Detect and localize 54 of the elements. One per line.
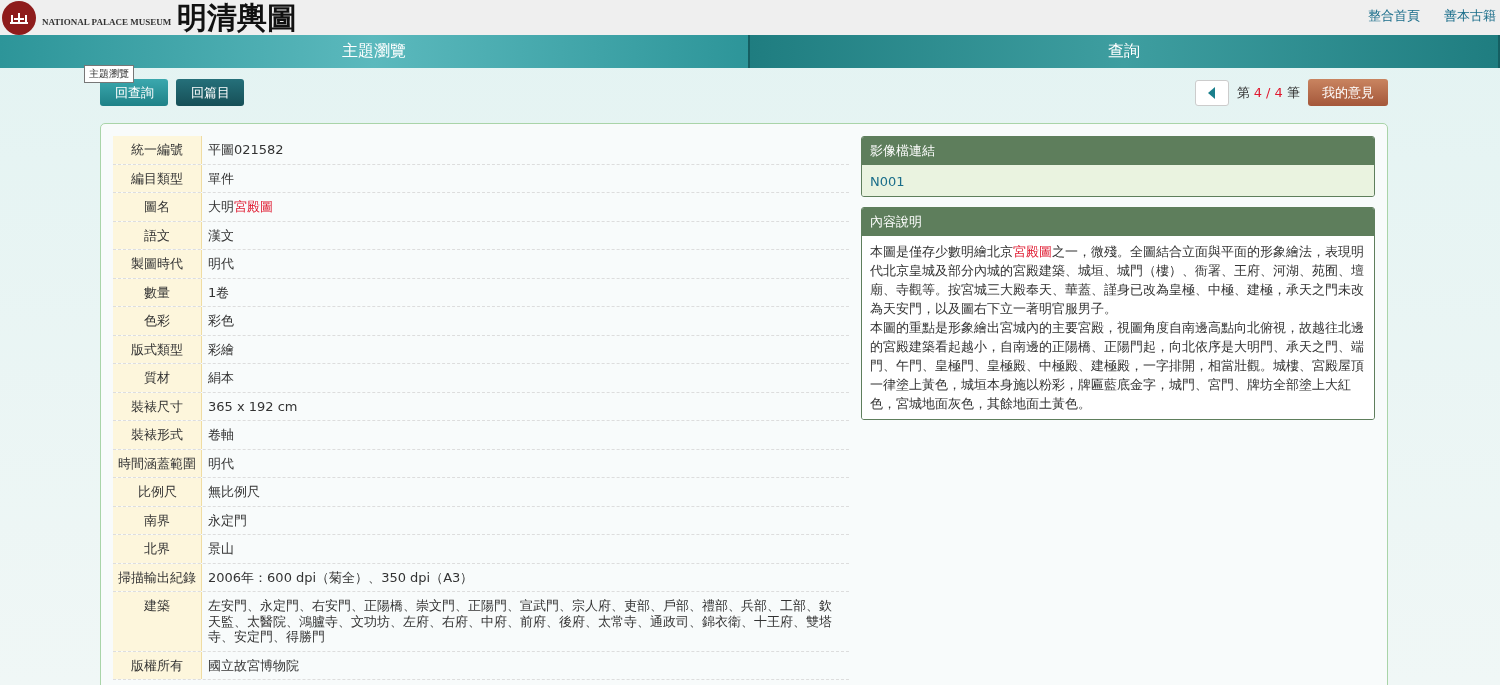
field-label: 編目類型 <box>113 164 202 192</box>
feedback-button[interactable]: 我的意見 <box>1308 79 1388 106</box>
field-value: 左安門、永定門、右安門、正陽橋、崇文門、正陽門、宣武門、宗人府、吏部、戶部、禮部、兵部、工部、欽天監、太醫院、鴻臚寺、文功坊、左府、右府、中府、前府、後府、太常寺、通政司、錦衣衛、十王府、雙塔寺、安定門、得勝門 <box>207 597 833 646</box>
field-label: 版權所有 <box>113 651 202 679</box>
field-value: 永定門 <box>207 511 248 530</box>
field-value: 彩色 <box>207 312 235 330</box>
field-label: 質材 <box>113 364 202 392</box>
field-value: 絹本 <box>207 369 235 387</box>
description-paragraph: 本圖是僅存少數明繪北京宮殿圖之一，微殘。全圖結合立面與平面的形象繪法，表現明代北京皇城及部分內城的宮殿建築、城垣、城門（樓）、衙署、王府、河湖、苑囿、壇廟、寺觀等。按宮城三大殿奉天、華蓋、謹身已改為皇極、中極、建極，承天之門未改為天安門，以及圖右下立一著明官服男子。 <box>870 243 1365 318</box>
field-label: 比例尺 <box>113 478 202 506</box>
museum-name: NATIONAL PALACE MUSEUM <box>42 17 172 29</box>
field-value: 卷軸 <box>207 426 235 444</box>
field-label: 建築 <box>113 592 202 651</box>
field-value: 彩繪 <box>207 340 235 359</box>
field-label: 色彩 <box>113 307 202 335</box>
field-value: 大明宮殿圖 <box>207 198 274 216</box>
nav-tab[interactable]: 查詢 <box>750 35 1500 68</box>
field-label: 掃描輸出紀錄 <box>113 563 202 591</box>
header-link[interactable]: 善本古籍 <box>1444 7 1496 25</box>
field-label: 南界 <box>113 506 202 534</box>
field-value: 平圖021582 <box>207 141 285 159</box>
field-label: 北界 <box>113 535 202 563</box>
field-value: 無比例尺 <box>207 483 261 501</box>
field-label: 統一編號 <box>113 136 202 164</box>
museum-logo-icon <box>2 0 36 35</box>
image-link[interactable]: N001 <box>870 174 905 189</box>
panel-title: 影像檔連結 <box>862 137 1374 165</box>
record-counter: 第 4 / 4 筆 <box>1236 83 1300 102</box>
field-value: 漢文 <box>207 226 235 245</box>
site-title: 明清輿圖 <box>177 0 298 35</box>
description-paragraph: 本圖的重點是形象繪出宮城內的主要宮殿，視圖角度自南邊高點向北俯視，故越往北邊的宮殿建築看起越小，自南邊的正陽橋、正陽門起，向北依序是大明門、承天之門、端門、午門、皇極門、皇極殿、中極殿、建極殿，一字排開，相當壯觀。城樓、宮殿屋頂一律塗上黃色，城垣本身施以粉彩，牌匾藍底金字，城門、宮門、牌坊全部塗上大紅色，宮城地面灰色，其餘地面土黃色。 <box>870 319 1365 413</box>
tooltip: 主題瀏覽 <box>84 65 134 83</box>
previous-button[interactable] <box>1194 79 1229 106</box>
field-label: 時間涵蓋範圍 <box>113 449 202 477</box>
field-value: 明代 <box>207 255 235 273</box>
caret-left-icon <box>1207 86 1216 99</box>
field-value: 景山 <box>207 540 235 558</box>
header-link[interactable]: 整合首頁 <box>1368 7 1420 25</box>
nav-button[interactable]: 回篇目 <box>176 79 244 106</box>
field-label: 裝裱形式 <box>113 421 202 449</box>
field-value: 365 x 192 cm <box>207 397 299 416</box>
field-label: 版式類型 <box>113 335 202 363</box>
field-value: 國立故宮博物院 <box>207 656 300 675</box>
field-label: 圖名 <box>113 193 202 221</box>
nav-button[interactable]: 回查詢 <box>100 79 168 106</box>
field-value: 2006年：600 dpi（菊全）、350 dpi（A3） <box>207 568 475 587</box>
field-label: 裝裱尺寸 <box>113 392 202 420</box>
field-label: 製圖時代 <box>113 250 202 278</box>
field-label: 數量 <box>113 278 202 306</box>
field-value: 單件 <box>207 169 235 188</box>
panel-title: 內容說明 <box>862 208 1374 236</box>
field-value: 明代 <box>207 454 235 473</box>
field-value: 1卷 <box>207 283 231 302</box>
field-label: 語文 <box>113 221 202 249</box>
